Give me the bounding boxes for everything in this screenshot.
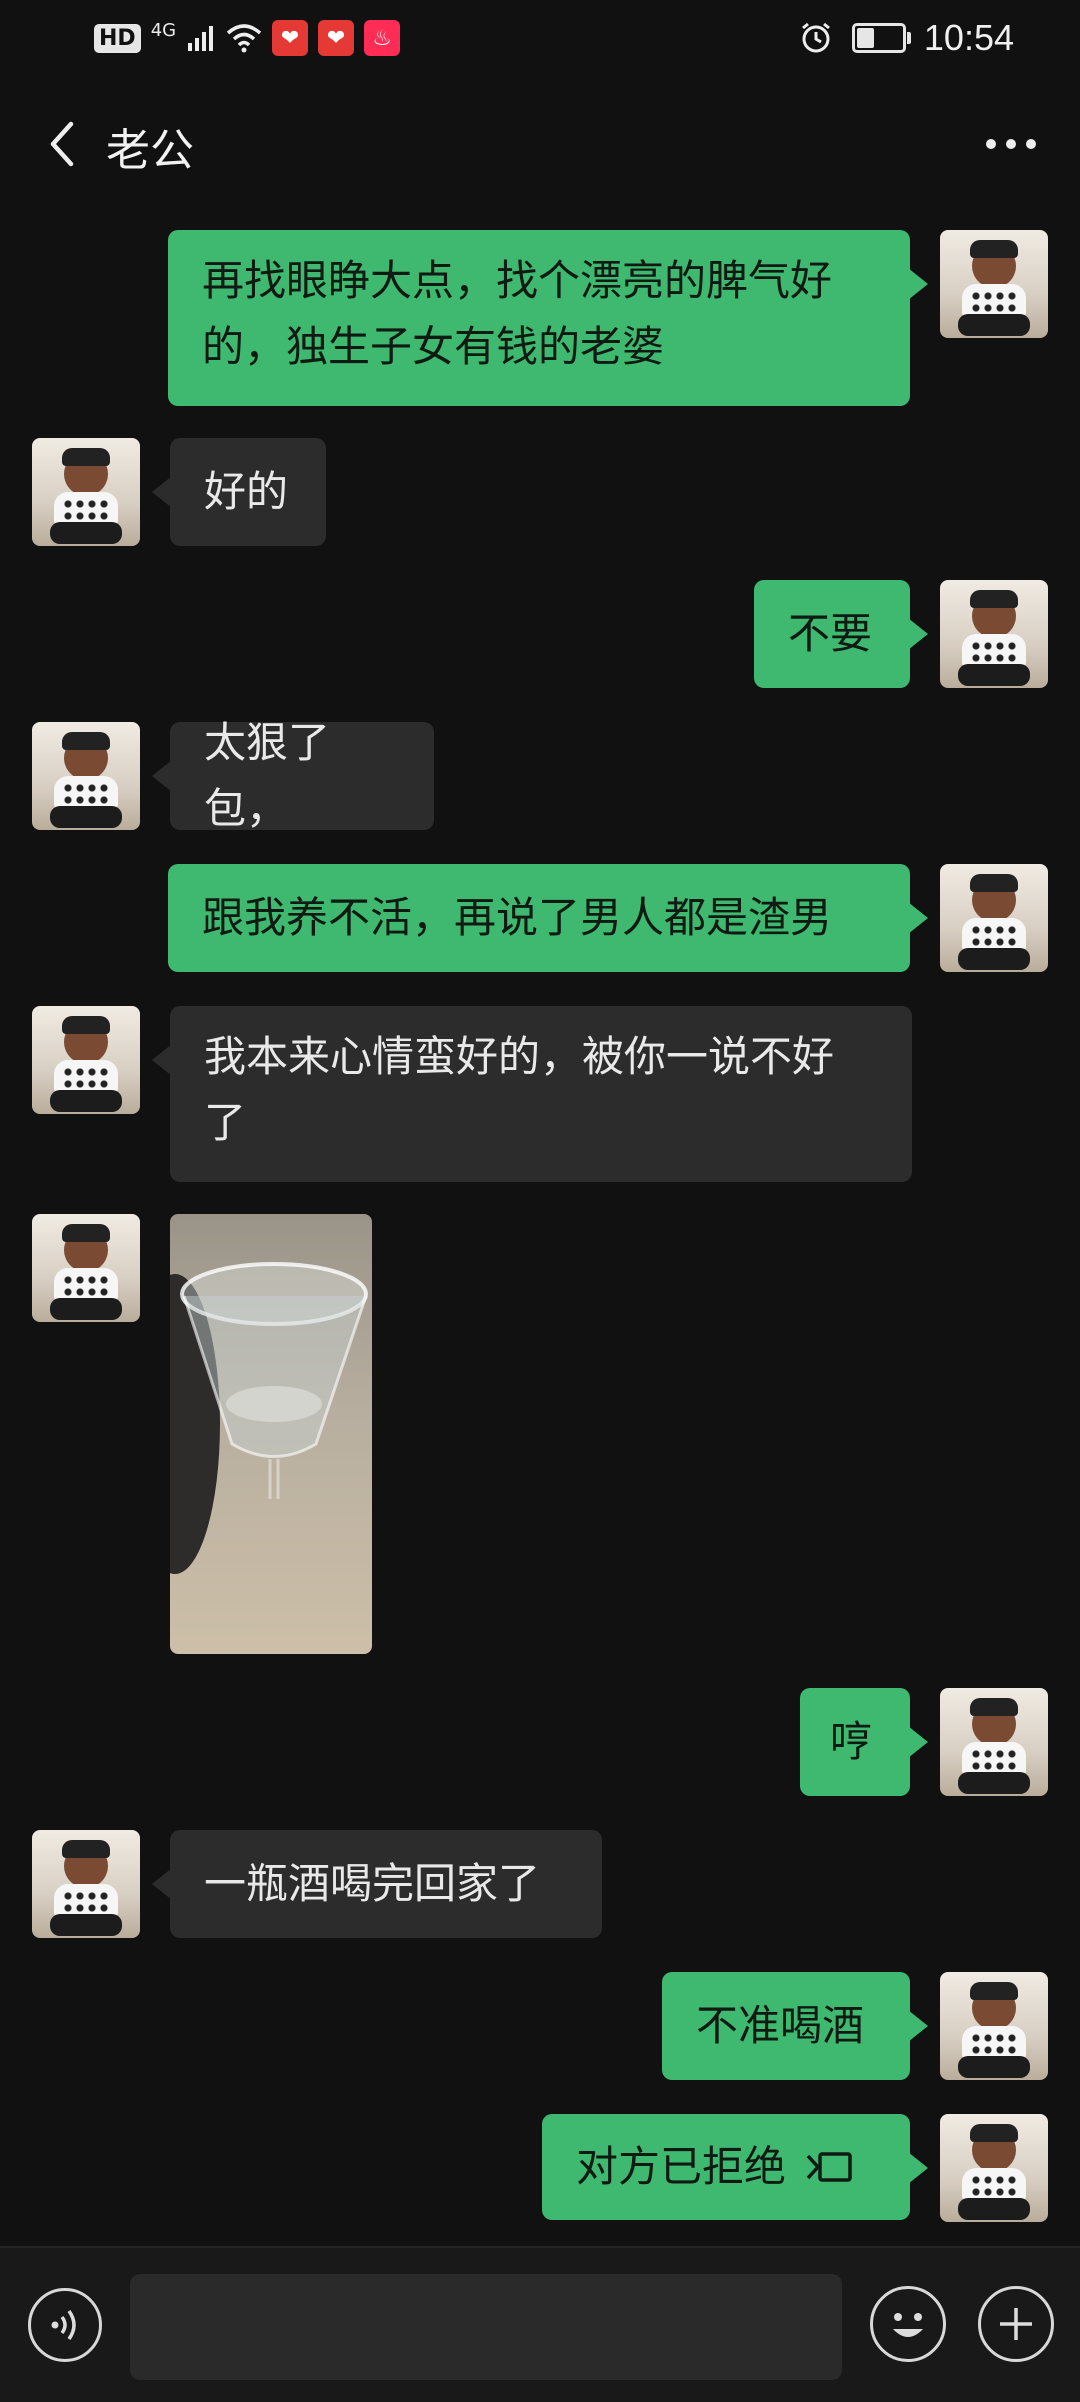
hd-badge: HD bbox=[94, 23, 141, 53]
clock: 10:54 bbox=[923, 17, 1014, 58]
message-bubble[interactable]: 一瓶酒喝完回家了 bbox=[152, 1830, 602, 1938]
voice-icon bbox=[51, 2309, 76, 2341]
message-text: 我本来心情蛮好的，被你一说不好 bbox=[204, 1032, 835, 1081]
input-bar bbox=[0, 2246, 1080, 2402]
chevron-left-icon bbox=[50, 121, 74, 167]
avatar[interactable] bbox=[940, 580, 1048, 688]
status-left: HD 4G ❤ ❤ ♨ bbox=[94, 18, 401, 58]
chat-header: 老公 bbox=[0, 88, 1080, 200]
message-bubble[interactable]: 再找眼睁大点，找个漂亮的脾气好 的，独生子女有钱的老婆 bbox=[168, 230, 928, 406]
message-text: 太狠了包， bbox=[204, 718, 331, 833]
plus-icon bbox=[1000, 2308, 1032, 2340]
avatar[interactable] bbox=[32, 1006, 140, 1114]
message-bubble[interactable]: 哼 bbox=[800, 1688, 928, 1796]
status-right: 10:54 bbox=[798, 16, 1014, 60]
battery-level bbox=[856, 28, 874, 48]
back-button[interactable] bbox=[30, 112, 94, 176]
message-text: 哼 bbox=[830, 1717, 873, 1766]
glass-cup-image bbox=[180, 1262, 368, 1499]
battery-icon bbox=[851, 23, 911, 53]
avatar[interactable] bbox=[32, 722, 140, 830]
alarm-icon bbox=[801, 22, 830, 53]
message-bubble[interactable]: 跟我养不活，再说了男人都是渣男 bbox=[168, 864, 928, 972]
message-text: 对方已拒绝 bbox=[576, 2142, 787, 2191]
message-text: 不要 bbox=[788, 609, 873, 658]
avatar[interactable] bbox=[32, 438, 140, 546]
wifi-icon bbox=[226, 24, 262, 53]
message-text: 好的 bbox=[204, 467, 289, 516]
message-text: 了 bbox=[204, 1098, 247, 1147]
voice-input-button[interactable] bbox=[28, 2288, 102, 2362]
more-functions-button[interactable] bbox=[978, 2286, 1054, 2362]
more-button[interactable] bbox=[976, 114, 1046, 174]
message-bubble[interactable]: 不准喝酒 bbox=[662, 1972, 928, 2080]
avatar[interactable] bbox=[940, 864, 1048, 972]
more-dots-icon bbox=[986, 139, 1036, 149]
emoji-button[interactable] bbox=[870, 2286, 946, 2362]
message-input[interactable] bbox=[130, 2274, 842, 2380]
message-text: 一瓶酒喝完回家了 bbox=[204, 1859, 541, 1908]
status-bar: HD 4G ❤ ❤ ♨ 10:54 bbox=[0, 0, 1080, 78]
message-bubble[interactable]: 不要 bbox=[754, 580, 928, 688]
message-bubble[interactable]: 太狠了包， bbox=[152, 718, 434, 833]
avatar[interactable] bbox=[940, 2114, 1048, 2222]
network-type: 4G bbox=[150, 19, 177, 41]
avatar[interactable] bbox=[940, 230, 1048, 338]
signal-icon bbox=[188, 26, 214, 51]
message-text: 跟我养不活，再说了男人都是渣男 bbox=[202, 893, 833, 942]
chat-title: 老公 bbox=[106, 125, 194, 176]
image-message[interactable] bbox=[170, 1214, 372, 1654]
message-text: 的，独生子女有钱的老婆 bbox=[202, 322, 665, 371]
notification-app-icon: ♨ bbox=[364, 20, 401, 56]
emoji-icon bbox=[893, 2313, 923, 2337]
message-bubble[interactable]: 好的 bbox=[152, 438, 326, 546]
avatar[interactable] bbox=[940, 1688, 1048, 1796]
notification-app-icon: ❤ bbox=[318, 20, 355, 56]
avatar[interactable] bbox=[940, 1972, 1048, 2080]
avatar[interactable] bbox=[32, 1214, 140, 1322]
notification-app-icon: ❤ bbox=[272, 20, 309, 56]
call-message-bubble[interactable]: 对方已拒绝 bbox=[542, 2114, 928, 2220]
message-text: 不准喝酒 bbox=[696, 2001, 865, 2050]
avatar[interactable] bbox=[32, 1830, 140, 1938]
message-text: 再找眼睁大点，找个漂亮的脾气好 bbox=[202, 256, 833, 305]
video-call-icon bbox=[806, 2152, 852, 2182]
message-bubble[interactable]: 我本来心情蛮好的，被你一说不好 了 bbox=[152, 1006, 912, 1182]
